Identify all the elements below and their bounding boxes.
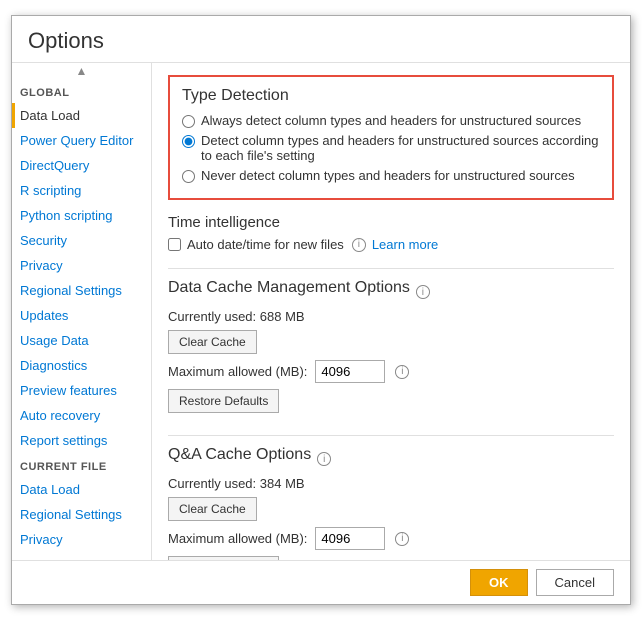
data-cache-max-info-icon: i <box>395 365 409 379</box>
sidebar-item-r-scripting[interactable]: R scripting <box>12 178 151 203</box>
qa-cache-restore-button[interactable]: Restore Defaults <box>168 556 279 560</box>
qa-cache-used: Currently used: 384 MB <box>168 476 614 491</box>
data-cache-restore-button[interactable]: Restore Defaults <box>168 389 279 413</box>
sidebar-item-privacy[interactable]: Privacy <box>12 253 151 278</box>
radio-option-per-file: Detect column types and headers for unst… <box>182 133 600 163</box>
type-detection-section: Type Detection Always detect column type… <box>168 75 614 200</box>
scroll-up-indicator: ▲ <box>12 63 151 79</box>
divider-1 <box>168 268 614 269</box>
sidebar-item-report-settings[interactable]: Report settings <box>12 428 151 453</box>
sidebar-item-auto-recovery[interactable]: Auto recovery <box>12 403 151 428</box>
options-dialog: Options ▲ GLOBAL Data Load Power Query E… <box>11 15 631 605</box>
qa-cache-max-input[interactable] <box>315 527 385 550</box>
cancel-button[interactable]: Cancel <box>536 569 614 596</box>
sidebar: ▲ GLOBAL Data Load Power Query Editor Di… <box>12 63 152 560</box>
scroll-up-arrow: ▲ <box>76 65 88 77</box>
sidebar-item-directquery[interactable]: DirectQuery <box>12 153 151 178</box>
sidebar-item-data-load[interactable]: Data Load <box>12 103 151 128</box>
qa-cache-max-row: Maximum allowed (MB): i <box>168 527 614 550</box>
current-file-section-label: CURRENT FILE <box>12 453 151 477</box>
data-cache-used: Currently used: 688 MB <box>168 309 614 324</box>
sidebar-item-cf-auto-recovery[interactable]: Auto recovery <box>12 552 151 560</box>
data-cache-title: Data Cache Management Options <box>168 279 410 297</box>
sidebar-item-diagnostics[interactable]: Diagnostics <box>12 353 151 378</box>
radio-always[interactable] <box>182 115 195 128</box>
sidebar-item-regional-settings[interactable]: Regional Settings <box>12 278 151 303</box>
data-cache-clear-button[interactable]: Clear Cache <box>168 330 257 354</box>
radio-never[interactable] <box>182 170 195 183</box>
qa-cache-title: Q&A Cache Options <box>168 446 311 464</box>
main-content: Type Detection Always detect column type… <box>152 63 630 560</box>
time-intelligence-title: Time intelligence <box>168 214 614 231</box>
ok-button[interactable]: OK <box>470 569 528 596</box>
radio-per-file[interactable] <box>182 135 195 148</box>
data-cache-info-icon: i <box>416 285 430 299</box>
qa-cache-max-info-icon: i <box>395 532 409 546</box>
radio-option-always: Always detect column types and headers f… <box>182 113 600 128</box>
type-detection-title: Type Detection <box>182 87 600 105</box>
auto-datetime-row: Auto date/time for new files i Learn mor… <box>168 237 614 252</box>
qa-cache-info-icon: i <box>317 452 331 466</box>
time-intelligence-section: Time intelligence Auto date/time for new… <box>168 214 614 252</box>
global-section-label: GLOBAL <box>12 79 151 103</box>
dialog-footer: OK Cancel <box>12 560 630 604</box>
qa-cache-section: Q&A Cache Options i Currently used: 384 … <box>168 446 614 560</box>
divider-2 <box>168 435 614 436</box>
learn-more-link[interactable]: Learn more <box>372 237 438 252</box>
sidebar-item-power-query-editor[interactable]: Power Query Editor <box>12 128 151 153</box>
data-cache-title-row: Data Cache Management Options i <box>168 279 614 305</box>
radio-option-never: Never detect column types and headers fo… <box>182 168 600 183</box>
qa-cache-title-row: Q&A Cache Options i <box>168 446 614 472</box>
data-cache-max-input[interactable] <box>315 360 385 383</box>
time-intelligence-info-icon: i <box>352 238 366 252</box>
sidebar-item-cf-data-load[interactable]: Data Load <box>12 477 151 502</box>
sidebar-item-security[interactable]: Security <box>12 228 151 253</box>
sidebar-item-updates[interactable]: Updates <box>12 303 151 328</box>
data-cache-max-row: Maximum allowed (MB): i <box>168 360 614 383</box>
auto-datetime-checkbox[interactable] <box>168 238 181 251</box>
sidebar-item-cf-privacy[interactable]: Privacy <box>12 527 151 552</box>
data-cache-section: Data Cache Management Options i Currentl… <box>168 279 614 419</box>
sidebar-item-preview-features[interactable]: Preview features <box>12 378 151 403</box>
sidebar-item-cf-regional-settings[interactable]: Regional Settings <box>12 502 151 527</box>
sidebar-item-usage-data[interactable]: Usage Data <box>12 328 151 353</box>
dialog-title: Options <box>12 16 630 63</box>
sidebar-item-python-scripting[interactable]: Python scripting <box>12 203 151 228</box>
qa-cache-clear-button[interactable]: Clear Cache <box>168 497 257 521</box>
dialog-body: ▲ GLOBAL Data Load Power Query Editor Di… <box>12 63 630 560</box>
